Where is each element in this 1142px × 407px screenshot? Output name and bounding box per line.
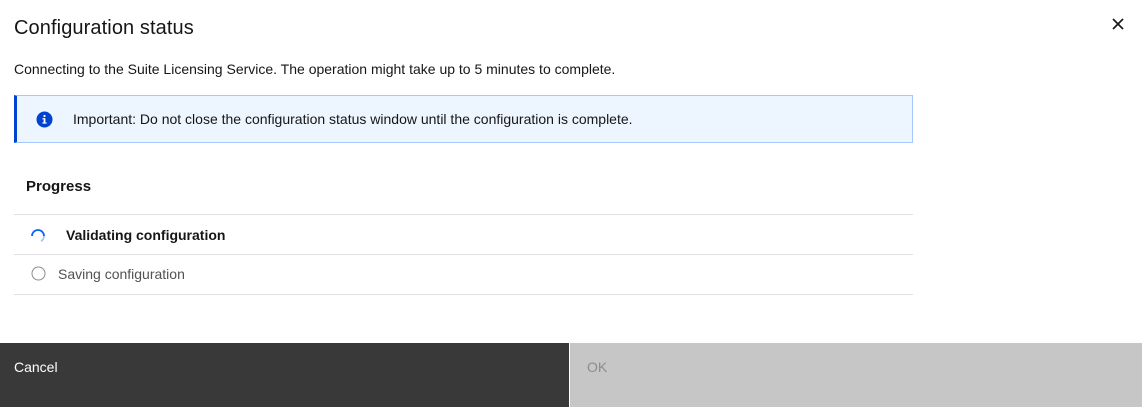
progress-heading: Progress	[26, 178, 92, 195]
modal-footer: Cancel OK	[0, 343, 1142, 407]
info-notification: Important: Do not close the configuratio…	[14, 95, 913, 143]
cancel-button[interactable]: Cancel	[0, 343, 569, 407]
progress-step-saving: Saving configuration	[14, 255, 913, 295]
ok-button[interactable]: OK	[570, 343, 1142, 407]
modal-subtitle: Connecting to the Suite Licensing Servic…	[14, 61, 616, 77]
step-label: Saving configuration	[58, 266, 185, 282]
close-button[interactable]	[1106, 12, 1130, 36]
close-icon	[1112, 18, 1124, 30]
info-icon	[36, 111, 53, 128]
cancel-button-label: Cancel	[14, 359, 58, 375]
notification-text: Important: Do not close the configuratio…	[73, 111, 633, 127]
ok-button-label: OK	[587, 359, 608, 375]
modal-title: Configuration status	[14, 17, 194, 39]
progress-step-validating: Validating configuration	[14, 215, 913, 255]
step-label: Validating configuration	[66, 227, 226, 243]
progress-steps-list: Validating configuration Saving configur…	[14, 214, 913, 295]
radio-empty-icon	[31, 266, 46, 281]
spinner-icon	[31, 229, 45, 242]
configuration-status-modal: Configuration status Connecting to the S…	[0, 0, 1142, 407]
